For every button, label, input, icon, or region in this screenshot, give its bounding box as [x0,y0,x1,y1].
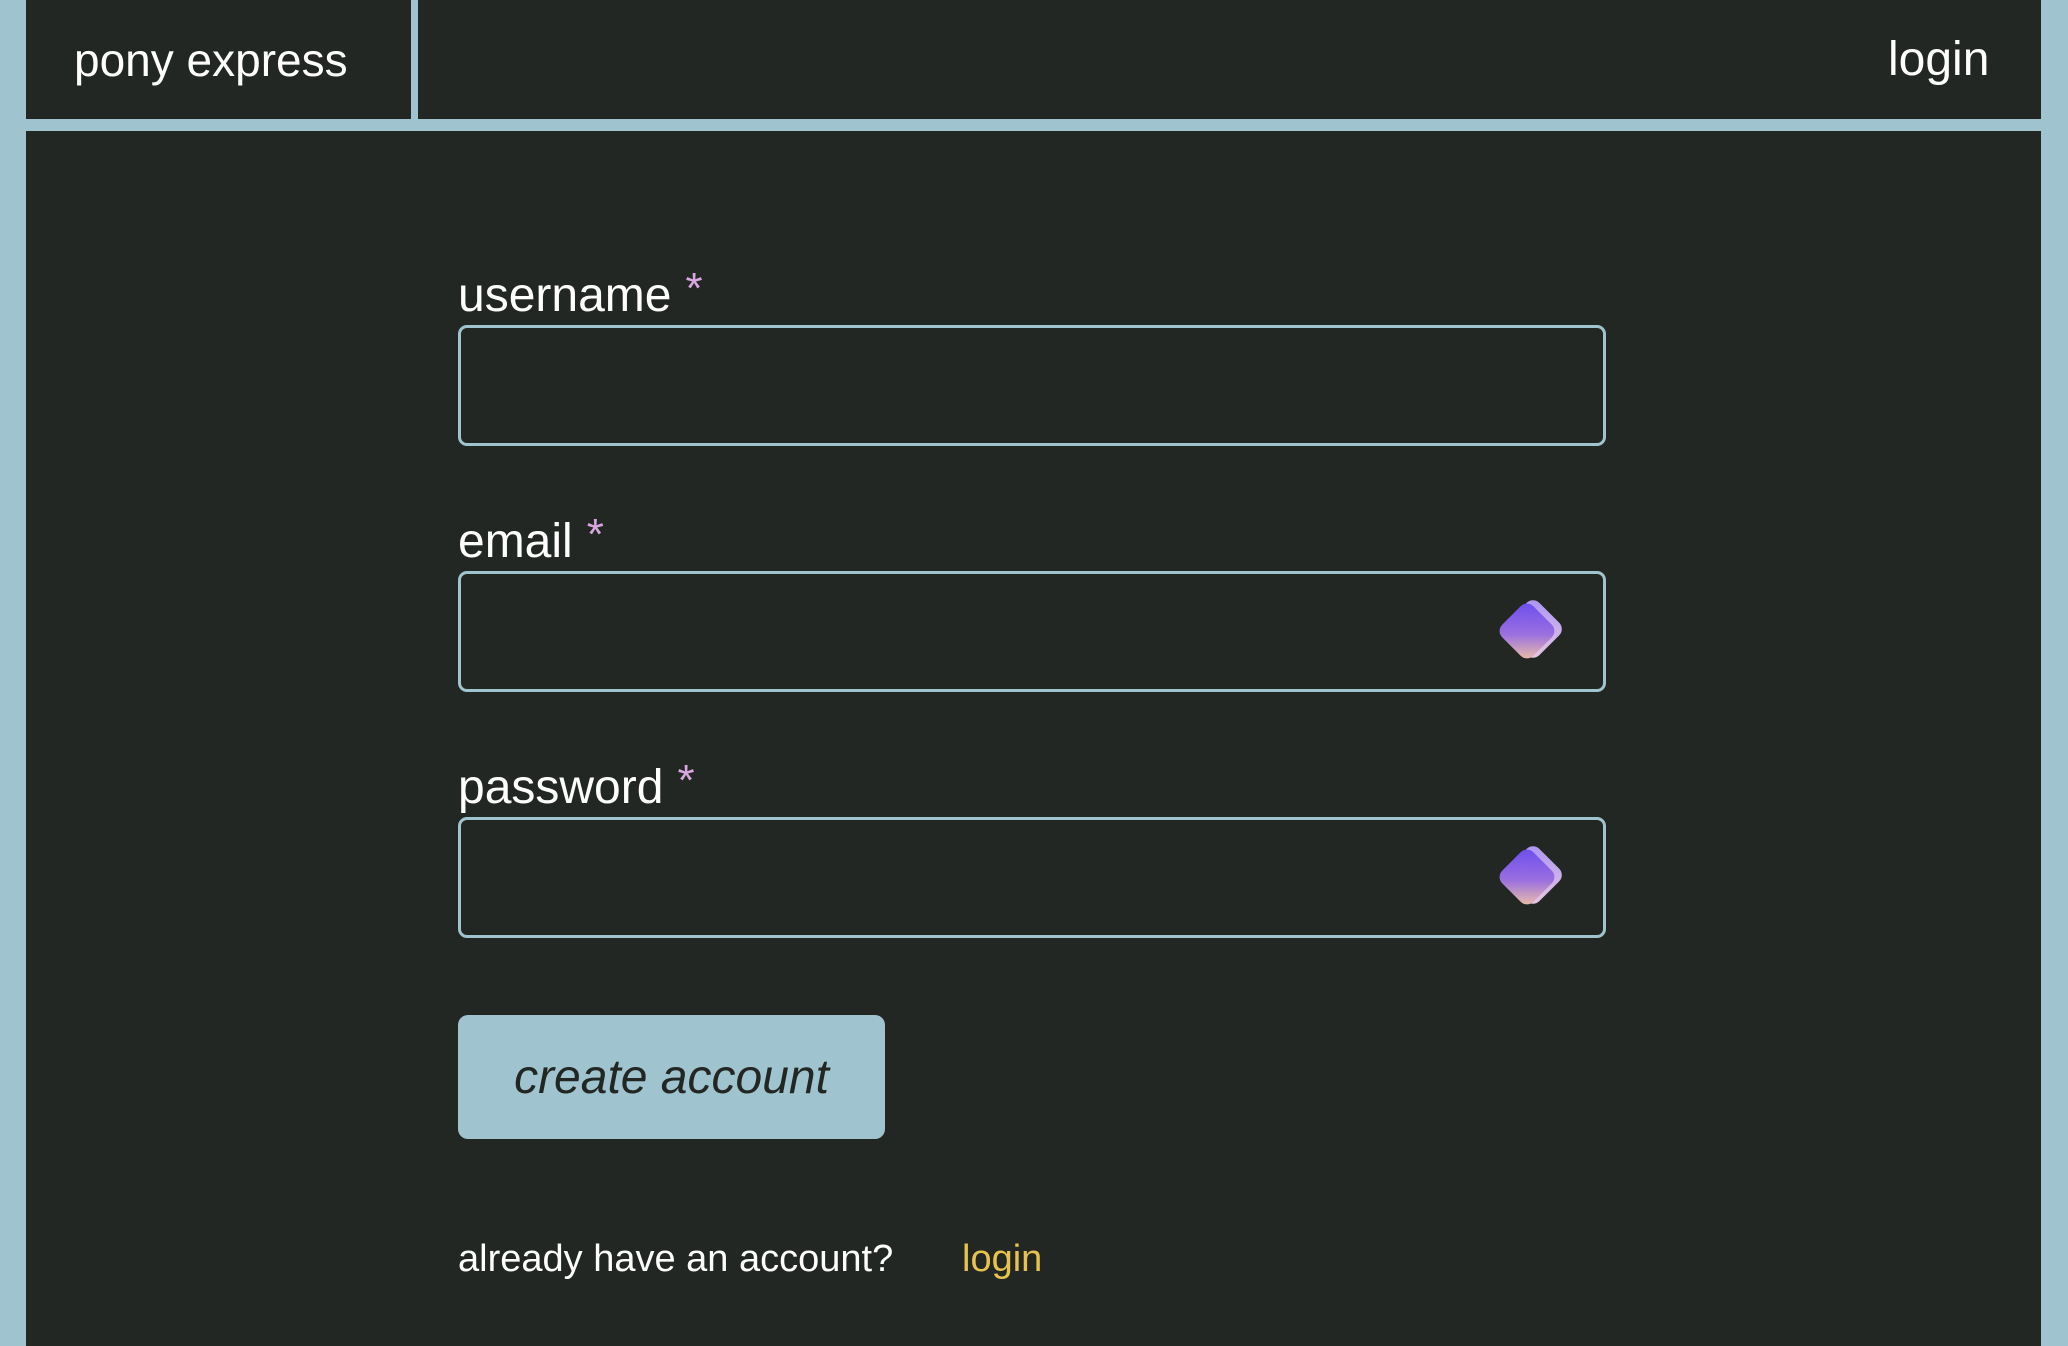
username-label: username * [458,259,703,326]
password-label: password * [458,751,695,818]
main-content: username * email * password * create acc… [26,131,2041,1346]
password-required-mark: * [677,756,695,805]
username-required-mark: * [685,264,703,313]
username-label-text: username [458,269,672,322]
password-input[interactable] [458,817,1606,938]
nav-login-link[interactable]: login [1888,30,1989,90]
password-manager-key-icon[interactable] [1492,592,1572,672]
nav-spacer [418,0,1859,119]
password-label-text: password [458,761,664,814]
top-nav: pony express login [26,0,2041,119]
create-account-button[interactable]: create account [458,1015,885,1139]
username-input[interactable] [458,325,1606,446]
email-input[interactable] [458,571,1606,692]
email-label: email * [458,505,604,572]
brand-link[interactable]: pony express [74,30,348,90]
email-required-mark: * [586,510,604,559]
already-have-account-text: already have an account? [458,1238,894,1280]
email-label-text: email [458,515,573,568]
signup-form: username * email * password * create acc… [458,131,1638,1346]
password-manager-key-icon[interactable] [1492,838,1572,918]
login-link[interactable]: login [962,1234,1042,1284]
